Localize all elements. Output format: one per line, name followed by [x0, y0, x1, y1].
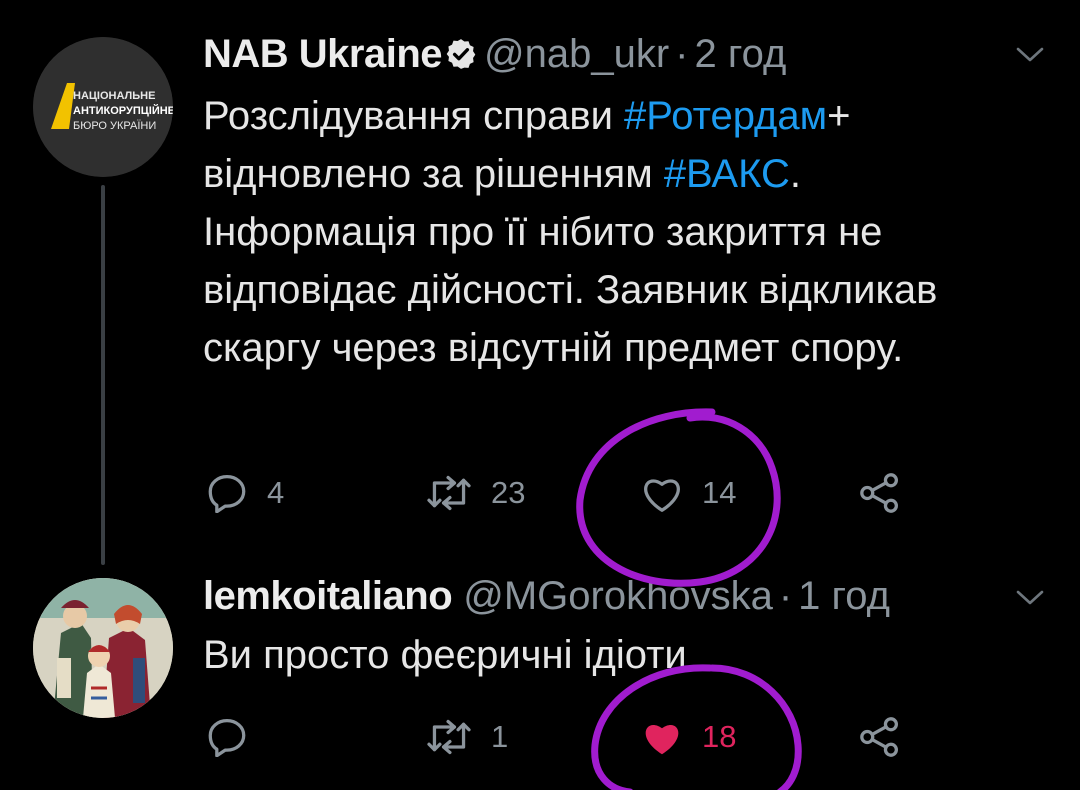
logo-line-3: БЮРО УКРАЇНИ [73, 120, 156, 132]
hashtag-link[interactable]: #ВАКС [664, 152, 790, 196]
nabu-logo-icon: НАЦІОНАЛЬНЕ АНТИКОРУПЦІЙНЕ БЮРО УКРАЇНИ [33, 37, 173, 177]
heart-filled-icon [645, 724, 679, 755]
author-name[interactable]: lemkoitaliano [203, 574, 453, 618]
logo-line-1: НАЦІОНАЛЬНЕ [73, 90, 155, 102]
tweet-actions: 1 18 [0, 712, 1080, 762]
timestamp[interactable]: 1 год [798, 574, 890, 618]
share-icon [860, 717, 898, 757]
folk-painting-avatar-icon [33, 578, 173, 718]
like-button[interactable]: 14 [640, 468, 736, 518]
like-count: 18 [702, 719, 737, 754]
retweet-count: 1 [491, 719, 509, 754]
author-handle[interactable]: @MGorokhovska [463, 574, 773, 618]
retweet-button[interactable]: 1 [425, 712, 508, 762]
reply-button[interactable]: 4 [205, 468, 284, 518]
tweet-text: Ви просто феєричні ідіоти [203, 626, 1023, 684]
tweet-lemkoitaliano[interactable]: lemkoitaliano @MGorokhovska · 1 год Ви про… [0, 560, 1080, 790]
retweet-icon [427, 475, 471, 511]
share-button[interactable] [858, 712, 902, 762]
hashtag-link[interactable]: #Ротердам [624, 94, 827, 138]
reply-icon [208, 719, 246, 757]
reply-count: 4 [267, 475, 285, 510]
author-handle[interactable]: @nab_ukr [484, 32, 669, 76]
share-icon [860, 473, 898, 513]
tweet-nab-ukraine[interactable]: НАЦІОНАЛЬНЕ АНТИКОРУПЦІЙНЕ БЮРО УКРАЇНИ … [0, 0, 1080, 565]
like-button[interactable]: 18 [640, 712, 736, 762]
logo-line-2: АНТИКОРУПЦІЙНЕ [73, 104, 173, 117]
time-separator: · [675, 32, 689, 76]
heart-outline-icon [644, 479, 680, 512]
author-name[interactable]: NAB Ukraine [203, 32, 443, 76]
retweet-count: 23 [491, 475, 526, 510]
timestamp[interactable]: 2 год [695, 32, 787, 76]
verified-badge-icon [444, 34, 478, 82]
retweet-button[interactable]: 23 [425, 468, 525, 518]
like-count: 14 [702, 475, 737, 510]
chevron-down-icon[interactable] [1015, 45, 1045, 65]
reply-button[interactable] [205, 712, 267, 762]
chevron-down-icon[interactable] [1015, 588, 1045, 608]
share-button[interactable] [858, 468, 902, 518]
retweet-icon [427, 719, 471, 755]
reply-icon [208, 475, 246, 513]
tweet-actions: 4 23 14 [0, 468, 1080, 518]
tweet-header: lemkoitaliano @MGorokhovska · 1 год [203, 572, 890, 620]
time-separator: · [778, 574, 793, 618]
tweet-text: Розслідування справи #Ротердам+ відновле… [203, 87, 1023, 377]
folk-painting-avatar[interactable] [33, 578, 173, 718]
tweet-text-part: Ви просто феєричні ідіоти [203, 633, 687, 677]
tweet-text-part: Розслідування справи [203, 94, 625, 138]
tweet-header: NAB Ukraine @nab_ukr · 2 год [203, 30, 786, 82]
nabu-logo-avatar[interactable]: НАЦІОНАЛЬНЕ АНТИКОРУПЦІЙНЕ БЮРО УКРАЇНИ [33, 37, 173, 177]
